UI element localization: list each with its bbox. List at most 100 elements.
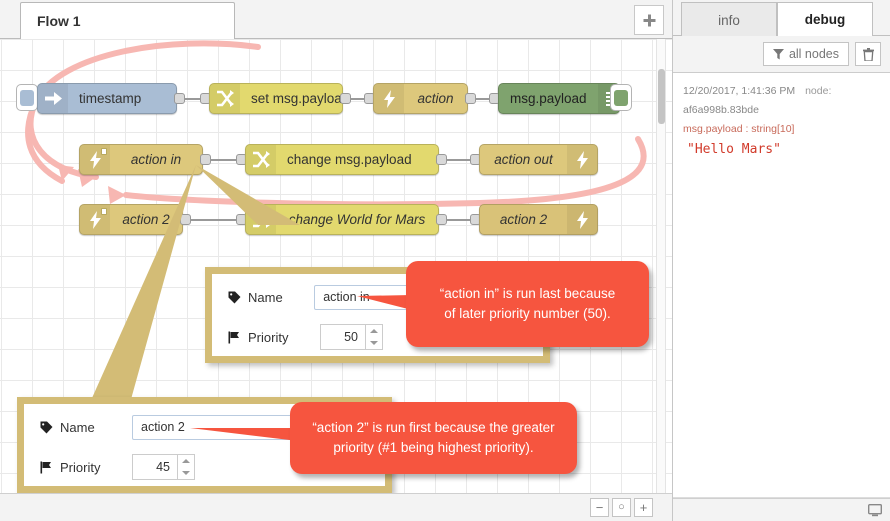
name-input-value: action 2 (141, 420, 185, 434)
debug-toolbar: all nodes (673, 36, 890, 73)
zoom-reset-label: ○ (618, 501, 625, 513)
zoom-out-label: − (595, 500, 604, 515)
add-flow-button[interactable] (634, 5, 664, 35)
clear-debug-button[interactable] (855, 42, 881, 66)
flow-canvas[interactable]: timestamp set msg.payload action msg.pay… (0, 39, 672, 493)
tab-info[interactable]: info (681, 2, 777, 37)
change-payload-node[interactable]: change msg.payload (245, 144, 439, 175)
action-node[interactable]: action (373, 83, 468, 114)
tab-info-label: info (718, 12, 740, 28)
action-2-in-node[interactable]: action 2 (79, 204, 183, 235)
shuffle-icon (210, 84, 240, 113)
callout-action-2-text: “action 2” is run first because the grea… (312, 418, 554, 458)
name-input-value: action in (323, 290, 370, 304)
priority-stepper[interactable]: 50 (320, 324, 383, 350)
callout-line-2: priority (#1 being highest priority). (333, 440, 534, 455)
priority-row-label: Priority (40, 460, 132, 475)
debug-message[interactable]: 12/20/2017, 1:41:36 PM node: af6a998b.83b… (683, 82, 881, 161)
tag-icon (228, 291, 241, 303)
callout-action-in: “action in” is run last because of later… (406, 261, 649, 347)
priority-row-label: Priority (228, 330, 320, 345)
zoom-reset-button[interactable]: ○ (612, 498, 631, 517)
wire (446, 219, 472, 221)
trash-icon (862, 47, 874, 61)
funnel-icon (772, 48, 784, 59)
change-world-node-label: change World for Mars (288, 212, 426, 227)
spinner-down-icon[interactable] (182, 471, 190, 475)
action-in-node[interactable]: action in (79, 144, 203, 175)
debug-node-label: msg.payload (510, 91, 587, 106)
bolt-icon (567, 145, 597, 174)
wire (446, 159, 472, 161)
priority-input-value[interactable]: 45 (132, 454, 178, 480)
plus-icon (643, 14, 655, 26)
debug-message-list[interactable]: 12/20/2017, 1:41:36 PM node: af6a998b.83b… (673, 73, 890, 498)
zoom-in-button[interactable]: + (634, 498, 653, 517)
name-label-text: Name (60, 419, 95, 435)
monitor-icon[interactable] (868, 503, 882, 517)
bolt-icon (80, 145, 110, 174)
spinner-down-icon[interactable] (370, 341, 378, 345)
flag-icon (40, 461, 51, 473)
wire (190, 219, 238, 221)
filter-all-nodes-label: all nodes (788, 47, 839, 61)
debug-value: "Hello Mars" (687, 142, 781, 157)
callout-action-in-text: “action in” is run last because of later… (440, 284, 616, 324)
priority-spinner[interactable] (178, 454, 195, 480)
change-world-node[interactable]: change World for Mars (245, 204, 439, 235)
node-red-editor: Flow 1 timestamp set msg.payload action … (0, 0, 890, 521)
action-2-out-node[interactable]: action 2 (479, 204, 598, 235)
tab-flow-1-label: Flow 1 (37, 13, 81, 29)
editor-pane: Flow 1 timestamp set msg.payload action … (0, 0, 672, 521)
action-2-out-node-label: action 2 (499, 212, 548, 227)
action-out-node[interactable]: action out (479, 144, 598, 175)
debug-node-keyword: node: (805, 85, 832, 97)
bolt-icon (80, 205, 110, 234)
action-2-in-node-label: action 2 (122, 212, 170, 227)
name-label-text: Name (248, 289, 283, 305)
sidebar-pane: info debug all nodes 12/20/2017, 1:41:36… (672, 0, 890, 521)
zoom-out-button[interactable]: − (590, 498, 609, 517)
tab-debug-label: debug (804, 12, 846, 27)
change-node[interactable]: set msg.payload (209, 83, 343, 114)
bolt-icon (567, 205, 597, 234)
canvas-scrollbar[interactable] (656, 39, 666, 493)
wire (210, 159, 238, 161)
priority-label-text: Priority (248, 329, 289, 345)
callout-line-1: “action in” is run last because (439, 286, 616, 301)
spinner-up-icon[interactable] (182, 459, 190, 463)
zoom-toolbar: − ○ + (0, 493, 672, 521)
bolt-icon (374, 84, 404, 113)
debug-timestamp: 12/20/2017, 1:41:36 PM (683, 85, 796, 97)
change-node-label: set msg.payload (251, 91, 343, 106)
callout-line-1: “action 2” is run first because the grea… (312, 420, 555, 435)
tab-flow-1[interactable]: Flow 1 (20, 2, 235, 40)
inject-trigger-button[interactable] (16, 84, 38, 111)
inject-node-label: timestamp (79, 91, 142, 106)
spinner-up-icon[interactable] (370, 329, 378, 333)
canvas-scrollbar-thumb[interactable] (658, 69, 665, 124)
priority-spinner[interactable] (366, 324, 383, 350)
filter-all-nodes-button[interactable]: all nodes (762, 42, 849, 66)
flag-icon (228, 331, 239, 343)
priority-label-text: Priority (60, 459, 101, 475)
tab-debug[interactable]: debug (777, 2, 873, 37)
change-payload-node-label: change msg.payload (287, 152, 412, 167)
action-in-node-label: action in (130, 152, 182, 167)
sidebar-tab-bar: info debug (673, 0, 890, 37)
inject-node[interactable]: timestamp (37, 83, 177, 114)
zoom-in-label: + (639, 500, 648, 515)
debug-toggle-button[interactable] (610, 84, 632, 111)
name-row-label: Name (228, 290, 314, 305)
debug-node-id: af6a998b.83bde (683, 104, 759, 116)
callout-action-2: “action 2” is run first because the grea… (290, 402, 577, 474)
flow-tab-bar: Flow 1 (0, 0, 672, 40)
callout-line-2: of later priority number (50). (444, 306, 611, 321)
debug-timestamp-row: 12/20/2017, 1:41:36 PM node: (683, 82, 881, 101)
priority-stepper[interactable]: 45 (132, 454, 195, 480)
arrow-right-icon (38, 84, 68, 113)
priority-input-value[interactable]: 50 (320, 324, 366, 350)
action-node-label: action (417, 91, 454, 106)
name-row-label: Name (40, 420, 132, 435)
debug-node[interactable]: msg.payload (498, 83, 620, 114)
